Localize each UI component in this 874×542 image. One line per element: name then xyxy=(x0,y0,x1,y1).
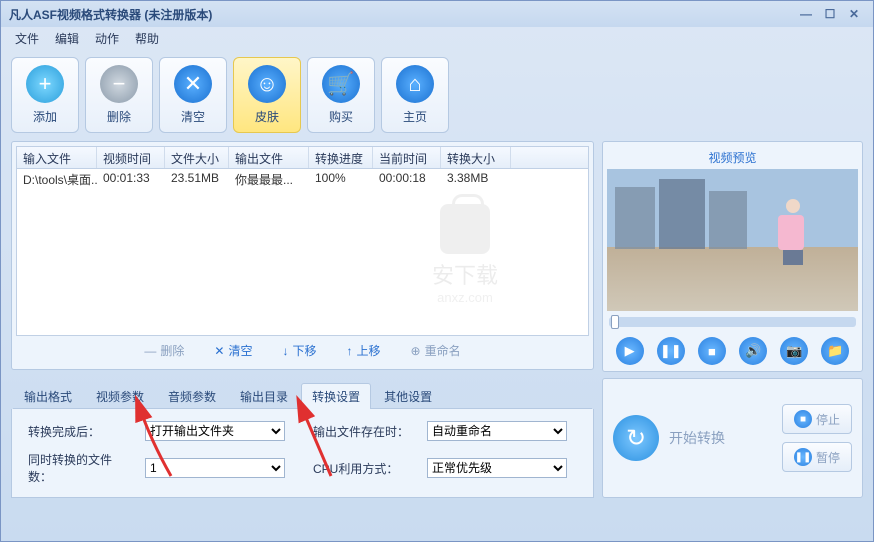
concurrent-files-label: 同时转换的文件数： xyxy=(28,451,127,485)
settings-panel: 转换完成后： 打开输出文件夹 输出文件存在时： 自动重命名 同时转换的文件数： … xyxy=(11,409,594,498)
list-actions: — 删除 ✕ 清空 ↓ 下移 ↑ 上移 ⊕ 重命名 xyxy=(16,336,589,365)
minus-icon: − xyxy=(100,65,138,103)
titlebar: 凡人ASF视频格式转换器 (未注册版本) — ☐ ✕ xyxy=(1,1,873,27)
person-figure xyxy=(778,199,808,269)
convert-panel: ↻ 开始转换 ■停止 ❚❚暂停 xyxy=(602,378,863,498)
watermark: 安下载 anxz.com xyxy=(432,204,498,305)
menu-action[interactable]: 动作 xyxy=(87,28,127,49)
tab-other-settings[interactable]: 其他设置 xyxy=(373,383,443,409)
file-table[interactable]: 输入文件 视频时间 文件大小 输出文件 转换进度 当前时间 转换大小 D:\to… xyxy=(16,146,589,336)
stop-icon: ■ xyxy=(794,410,812,428)
list-rename[interactable]: ⊕ 重命名 xyxy=(411,342,461,359)
col-size[interactable]: 文件大小 xyxy=(165,147,229,168)
concurrent-files-select[interactable]: 1 xyxy=(145,458,285,478)
stop-convert-button[interactable]: ■停止 xyxy=(782,404,852,434)
after-convert-label: 转换完成后： xyxy=(28,423,127,440)
skin-button[interactable]: ☺ 皮肤 xyxy=(233,57,301,133)
cpu-mode-select[interactable]: 正常优先级 xyxy=(427,458,567,478)
play-button[interactable]: ▶ xyxy=(616,337,644,365)
folder-button[interactable]: 📁 xyxy=(821,337,849,365)
start-convert-label: 开始转换 xyxy=(669,428,725,448)
col-input[interactable]: 输入文件 xyxy=(17,147,97,168)
buy-button[interactable]: 🛒 购买 xyxy=(307,57,375,133)
list-down[interactable]: ↓ 下移 xyxy=(282,342,316,359)
cart-icon: 🛒 xyxy=(322,65,360,103)
col-duration[interactable]: 视频时间 xyxy=(97,147,165,168)
toolbar: + 添加 − 删除 ✕ 清空 ☺ 皮肤 🛒 购买 ⌂ 主页 xyxy=(1,49,873,141)
volume-button[interactable]: 🔊 xyxy=(739,337,767,365)
col-outsize[interactable]: 转换大小 xyxy=(441,147,511,168)
stop-button[interactable]: ■ xyxy=(698,337,726,365)
menu-file[interactable]: 文件 xyxy=(7,28,47,49)
cpu-mode-label: CPU利用方式： xyxy=(313,460,409,477)
list-delete[interactable]: — 删除 xyxy=(144,342,184,359)
pause-button[interactable]: ❚❚ xyxy=(657,337,685,365)
tab-output-dir[interactable]: 输出目录 xyxy=(229,383,299,409)
tab-video-params[interactable]: 视频参数 xyxy=(85,383,155,409)
x-icon: ✕ xyxy=(174,65,212,103)
tab-output-format[interactable]: 输出格式 xyxy=(13,383,83,409)
list-up[interactable]: ↑ 上移 xyxy=(347,342,381,359)
pause-convert-button[interactable]: ❚❚暂停 xyxy=(782,442,852,472)
col-progress[interactable]: 转换进度 xyxy=(309,147,373,168)
add-button[interactable]: + 添加 xyxy=(11,57,79,133)
maximize-button[interactable]: ☐ xyxy=(819,6,841,22)
col-time[interactable]: 当前时间 xyxy=(373,147,441,168)
close-button[interactable]: ✕ xyxy=(843,6,865,22)
menu-edit[interactable]: 编辑 xyxy=(47,28,87,49)
clear-button[interactable]: ✕ 清空 xyxy=(159,57,227,133)
menubar: 文件 编辑 动作 帮助 xyxy=(1,27,873,49)
minimize-button[interactable]: — xyxy=(795,6,817,22)
file-list-panel: 输入文件 视频时间 文件大小 输出文件 转换进度 当前时间 转换大小 D:\to… xyxy=(11,141,594,370)
seek-slider[interactable] xyxy=(609,317,856,327)
plus-icon: + xyxy=(26,65,64,103)
settings-tabs: 输出格式 视频参数 音频参数 输出目录 转换设置 其他设置 xyxy=(13,376,592,409)
smile-icon: ☺ xyxy=(248,65,286,103)
preview-panel: 视频预览 ▶ ❚❚ ■ 🔊 📷 📁 xyxy=(602,141,863,372)
preview-title: 视频预览 xyxy=(607,146,858,169)
preview-video[interactable] xyxy=(607,169,858,311)
list-clear[interactable]: ✕ 清空 xyxy=(214,342,252,359)
file-exists-select[interactable]: 自动重命名 xyxy=(427,421,567,441)
menu-help[interactable]: 帮助 xyxy=(127,28,167,49)
start-convert-button[interactable]: ↻ xyxy=(613,415,659,461)
delete-button[interactable]: − 删除 xyxy=(85,57,153,133)
after-convert-select[interactable]: 打开输出文件夹 xyxy=(145,421,285,441)
tab-convert-settings[interactable]: 转换设置 xyxy=(301,383,371,409)
file-exists-label: 输出文件存在时： xyxy=(313,423,409,440)
home-button[interactable]: ⌂ 主页 xyxy=(381,57,449,133)
home-icon: ⌂ xyxy=(396,65,434,103)
window-title: 凡人ASF视频格式转换器 (未注册版本) xyxy=(9,6,793,23)
tab-audio-params[interactable]: 音频参数 xyxy=(157,383,227,409)
col-output[interactable]: 输出文件 xyxy=(229,147,309,168)
table-row[interactable]: D:\tools\桌面... 00:01:33 23.51MB 你最最最... … xyxy=(17,169,588,189)
snapshot-button[interactable]: 📷 xyxy=(780,337,808,365)
pause-icon: ❚❚ xyxy=(794,448,812,466)
